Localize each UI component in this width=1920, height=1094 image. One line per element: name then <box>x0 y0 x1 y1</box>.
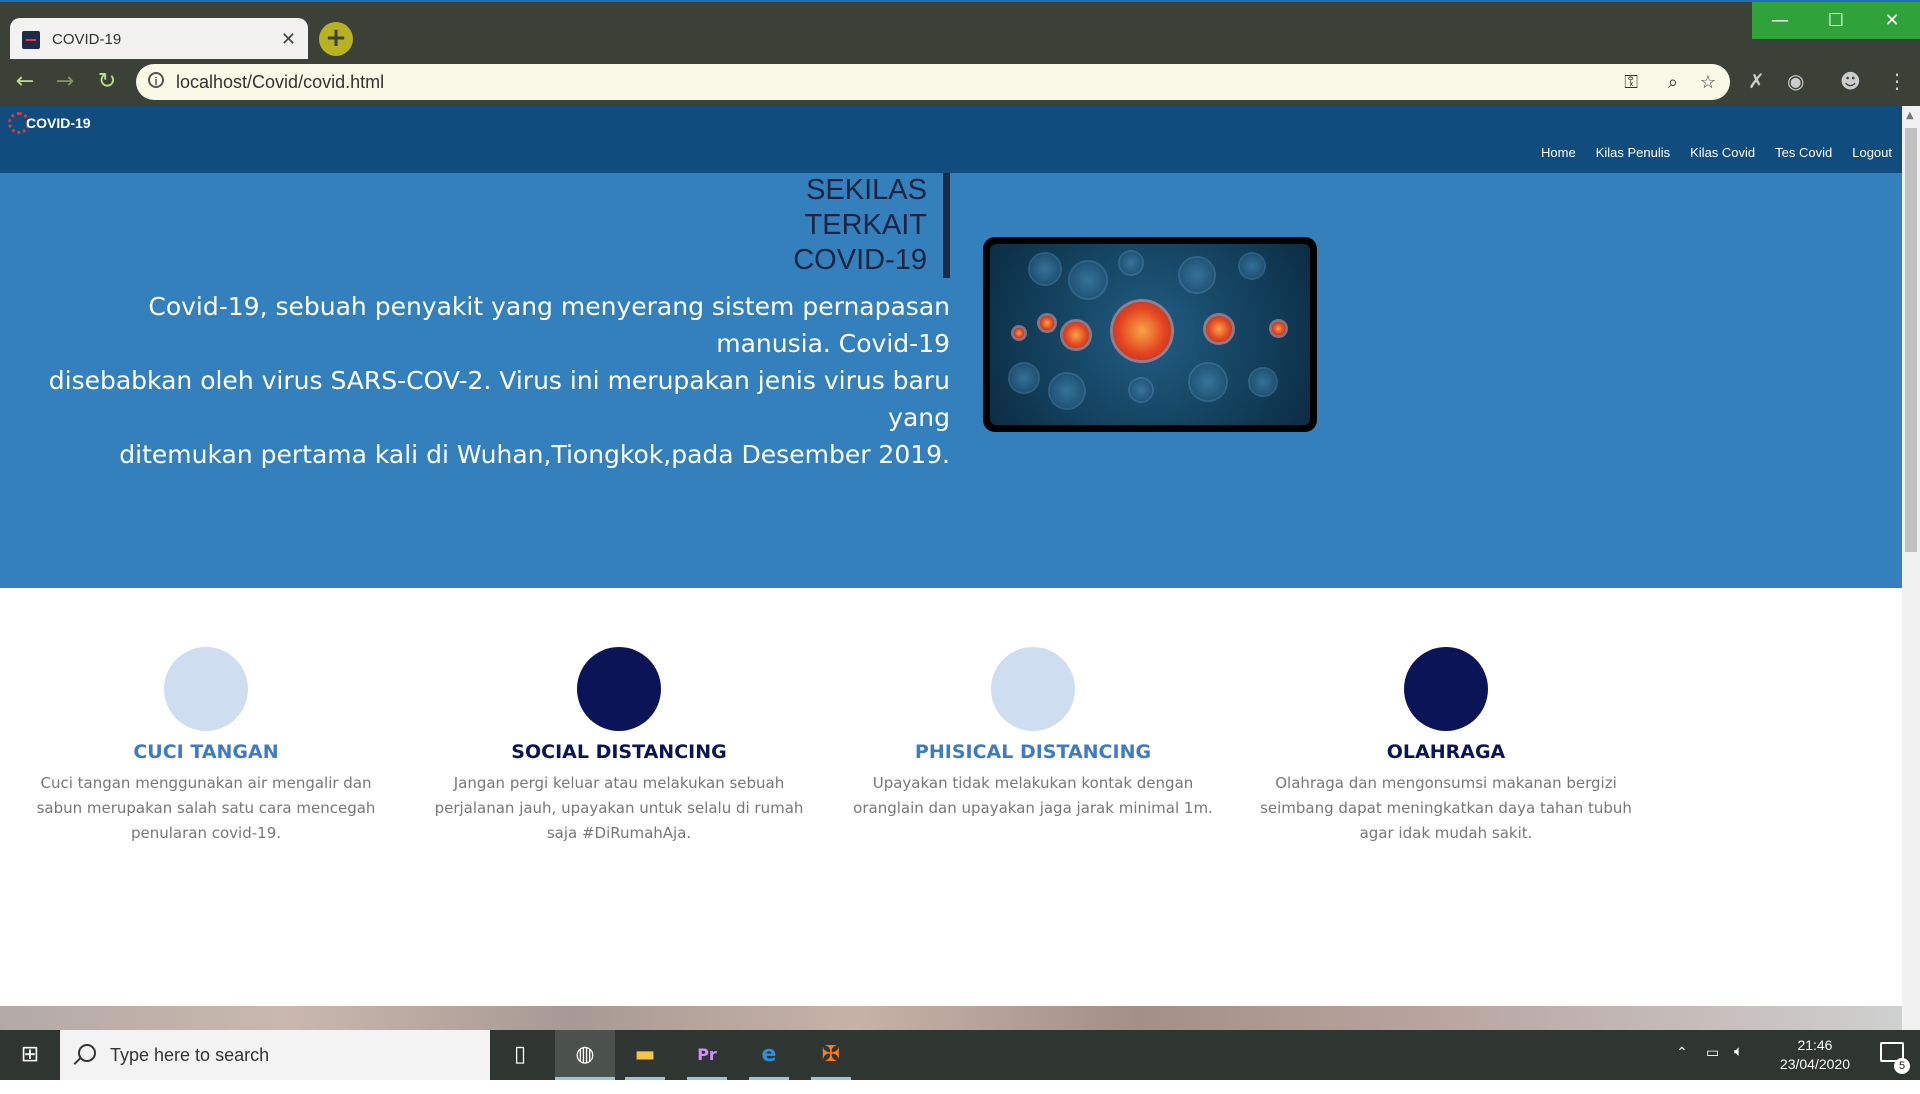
nav-link-logout[interactable]: Logout <box>1852 145 1892 160</box>
taskbar-search-box[interactable]: Type here to search <box>60 1030 490 1080</box>
map-background-image <box>0 1006 1902 1030</box>
browser-toolbar: ← → ↻ i localhost/Covid/covid.html ⚿ ⌕ ☆… <box>0 59 1920 106</box>
hero-description: Covid-19, sebuah penyakit yang menyerang… <box>30 288 950 473</box>
profile-avatar-icon[interactable]: ☻ <box>1840 69 1861 93</box>
search-icon <box>78 1044 96 1062</box>
battery-icon[interactable]: ▭ <box>1706 1044 1719 1094</box>
feature-circle-icon <box>577 647 661 731</box>
nav-link-kilas-penulis[interactable]: Kilas Penulis <box>1596 145 1670 160</box>
chrome-app-icon[interactable]: ◍ <box>555 1030 615 1080</box>
new-tab-button[interactable]: + <box>319 22 353 56</box>
site-logo[interactable]: COVID-19 <box>8 112 91 134</box>
feature-title: OLAHRAGA <box>1386 741 1506 763</box>
hero-section: SEKILAS TERKAIT COVID-19 Covid-19, sebua… <box>0 173 1902 588</box>
feature-description: Olahraga dan mengonsumsi makanan bergizi… <box>1260 774 1632 842</box>
prevention-section: CUCI TANGAN Cuci tangan menggunakan air … <box>0 588 1902 1030</box>
windows-start-icon[interactable]: ⊞ <box>0 1030 60 1080</box>
close-window-button[interactable]: ✕ <box>1864 2 1920 39</box>
feature-title: SOCIAL DISTANCING <box>511 741 727 763</box>
hero-heading-line: TERKAIT <box>804 209 927 241</box>
hero-text-line: Covid-19, sebuah penyakit yang menyerang… <box>148 292 950 358</box>
hero-text-line: ditemukan pertama kali di Wuhan,Tiongkok… <box>119 440 950 469</box>
extension-x-icon[interactable]: ✗ <box>1748 69 1765 93</box>
reload-icon[interactable]: ↻ <box>92 67 122 97</box>
file-explorer-icon[interactable]: ▬ <box>615 1030 675 1080</box>
site-navbar: COVID-19 Home Kilas Penulis Kilas Covid … <box>0 106 1902 173</box>
nav-link-kilas-covid[interactable]: Kilas Covid <box>1690 145 1755 160</box>
zoom-icon[interactable]: ⌕ <box>1668 64 1678 100</box>
window-controls: — ☐ ✕ <box>1752 2 1920 39</box>
taskbar-clock[interactable]: 21:46 23/04/2020 <box>1780 1036 1850 1074</box>
hero-heading-line: COVID-19 <box>793 244 927 276</box>
favicon-icon <box>22 30 40 49</box>
hero-heading: SEKILAS TERKAIT COVID-19 <box>700 173 950 278</box>
feature-card: OLAHRAGA Olahraga dan mengonsumsi makana… <box>1256 588 1636 846</box>
virus-illustration <box>983 237 1317 432</box>
scrollbar-thumb[interactable] <box>1905 128 1917 552</box>
nav-link-tes-covid[interactable]: Tes Covid <box>1775 145 1832 160</box>
virus-illustration-image <box>990 244 1310 425</box>
close-tab-icon[interactable]: ✕ <box>281 29 296 50</box>
clock-time: 21:46 <box>1797 1037 1833 1053</box>
minimize-button[interactable]: — <box>1752 2 1808 39</box>
menu-kebab-icon[interactable]: ⋮ <box>1887 69 1907 93</box>
feature-description: Jangan pergi keluar atau melakukan sebua… <box>434 774 804 842</box>
forward-icon[interactable]: → <box>50 67 80 97</box>
nav-link-home[interactable]: Home <box>1541 145 1576 160</box>
maximize-button[interactable]: ☐ <box>1808 2 1864 39</box>
clock-date: 23/04/2020 <box>1779 1056 1850 1072</box>
feature-title: PHISICAL DISTANCING <box>914 741 1152 763</box>
extension-circle-icon[interactable]: ◉ <box>1787 69 1804 93</box>
info-icon[interactable]: i <box>148 72 164 88</box>
browser-titlebar: COVID-19 ✕ + — ☐ ✕ <box>0 0 1920 61</box>
page-scrollbar[interactable]: ▲ <box>1902 106 1920 1030</box>
browser-tab[interactable]: COVID-19 ✕ <box>10 18 308 61</box>
windows-taskbar: ⊞ Type here to search ▯ ◍ ▬ Pr e ✠ ⌃ ▭ 🔈… <box>0 1030 1920 1080</box>
feature-description: Upayakan tidak melakukan kontak dengan o… <box>853 774 1213 817</box>
hero-text-line: disebabkan oleh virus SARS-COV-2. Virus … <box>48 366 950 432</box>
key-icon[interactable]: ⚿ <box>1624 64 1638 100</box>
address-bar[interactable]: i localhost/Covid/covid.html ⚿ ⌕ ☆ <box>136 64 1730 100</box>
hero-heading-line: SEKILAS <box>806 174 927 206</box>
bookmark-star-icon[interactable]: ☆ <box>1700 64 1716 100</box>
feature-card: PHISICAL DISTANCING Upayakan tidak melak… <box>843 588 1223 821</box>
tab-title: COVID-19 <box>52 31 122 48</box>
back-icon[interactable]: ← <box>10 67 40 97</box>
feature-card: SOCIAL DISTANCING Jangan pergi keluar at… <box>429 588 809 846</box>
feature-circle-icon <box>991 647 1075 731</box>
feature-description: Cuci tangan menggunakan air mengalir dan… <box>36 774 376 842</box>
feature-title: CUCI TANGAN <box>133 741 279 763</box>
nav-menu: Home Kilas Penulis Kilas Covid Tes Covid… <box>1541 145 1892 160</box>
web-page: COVID-19 Home Kilas Penulis Kilas Covid … <box>0 106 1902 1030</box>
feature-circle-icon <box>164 647 248 731</box>
task-view-icon[interactable]: ▯ <box>490 1030 550 1080</box>
feature-card: CUCI TANGAN Cuci tangan menggunakan air … <box>16 588 396 846</box>
url-text: localhost/Covid/covid.html <box>176 72 385 92</box>
notification-count-badge: 5 <box>1894 1058 1910 1074</box>
edge-browser-icon[interactable]: e <box>739 1030 799 1080</box>
scroll-up-arrow-icon[interactable]: ▲ <box>1906 110 1914 121</box>
xampp-icon[interactable]: ✠ <box>801 1030 861 1080</box>
premiere-pro-icon[interactable]: Pr <box>677 1030 737 1080</box>
volume-icon[interactable]: 🔈︎ <box>1734 1043 1743 1093</box>
show-hidden-icons-icon[interactable]: ⌃ <box>1676 1044 1688 1094</box>
search-placeholder: Type here to search <box>110 1045 270 1065</box>
logo-text: COVID-19 <box>26 115 91 131</box>
feature-circle-icon <box>1404 647 1488 731</box>
